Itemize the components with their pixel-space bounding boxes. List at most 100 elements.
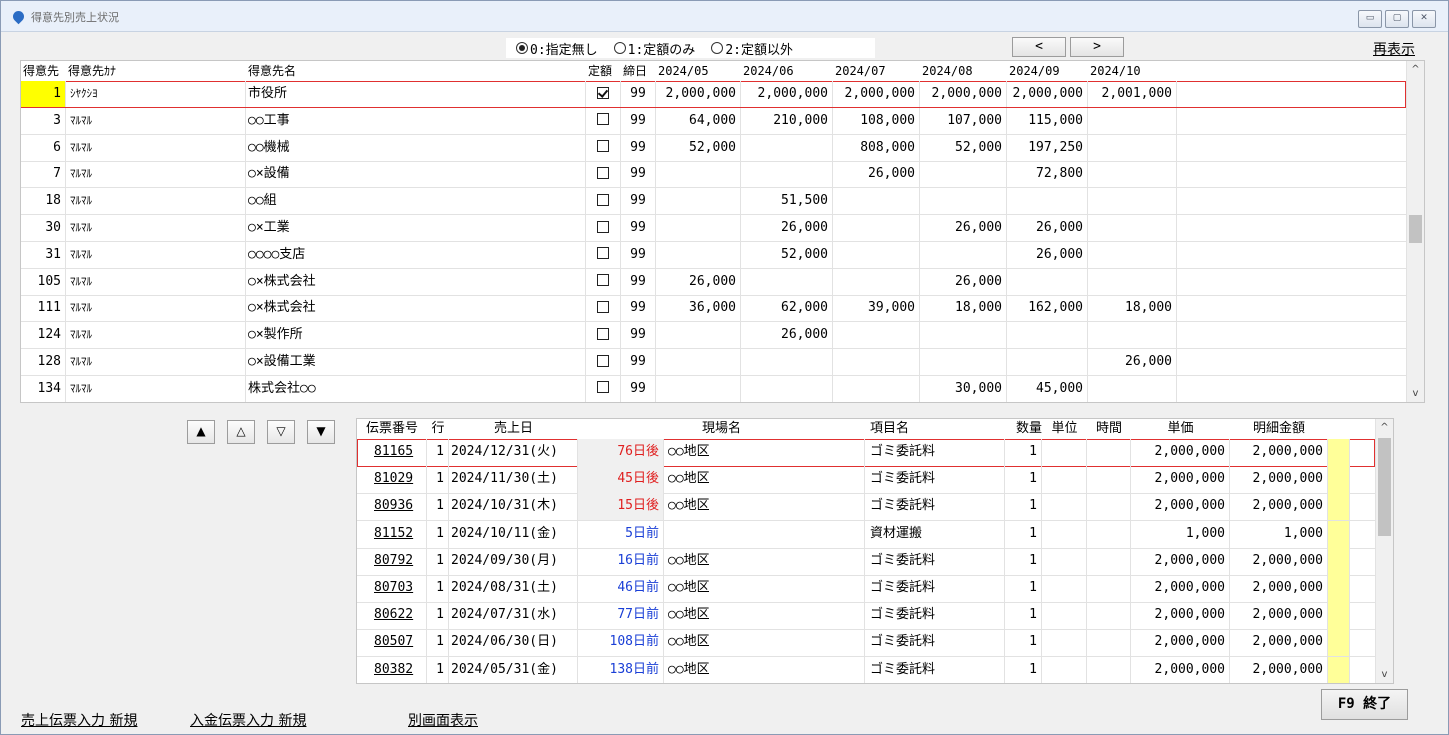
customer-row[interactable]: 128 ﾏﾙﾏﾙ ○×設備工業 99 26,000 xyxy=(21,349,1406,376)
amount-marker-cell[interactable] xyxy=(1328,439,1350,466)
amount-cell[interactable]: 1,000 xyxy=(1230,520,1328,548)
month-sales-cell[interactable]: 26,000 xyxy=(1088,349,1177,375)
unit-cell[interactable] xyxy=(1042,575,1087,602)
month-sales-cell[interactable] xyxy=(1088,134,1177,161)
item-name-cell[interactable]: ゴミ委託料 xyxy=(865,466,1005,494)
month-sales-cell[interactable] xyxy=(833,375,920,402)
fixed-cell[interactable] xyxy=(586,322,621,349)
item-name-cell[interactable]: ゴミ委託料 xyxy=(865,656,1005,683)
month-sales-cell[interactable]: 52,000 xyxy=(741,241,833,268)
customer-name-cell[interactable]: ○×株式会社 xyxy=(246,295,586,322)
month-sales-cell[interactable] xyxy=(1088,241,1177,268)
relative-days-cell[interactable]: 5日前 xyxy=(578,520,664,548)
time-cell[interactable] xyxy=(1087,575,1131,602)
customer-code-cell[interactable]: 30 xyxy=(21,215,66,241)
closing-day-cell[interactable]: 99 xyxy=(621,295,656,322)
month-sales-cell[interactable]: 26,000 xyxy=(920,268,1007,295)
unit-price-cell[interactable]: 2,000,000 xyxy=(1131,656,1230,683)
item-name-cell[interactable]: ゴミ委託料 xyxy=(865,602,1005,630)
month-sales-cell[interactable]: 51,500 xyxy=(741,188,833,215)
month-sales-cell[interactable] xyxy=(833,241,920,268)
slip-row[interactable]: 80622 1 2024/07/31(水) 77日前 ○○地区 ゴミ委託料 1 2,000,0… xyxy=(357,602,1375,631)
month-sales-cell[interactable]: 162,000 xyxy=(1007,295,1088,322)
customer-kana-cell[interactable]: ﾏﾙﾏﾙ xyxy=(66,215,246,241)
checkbox-empty-icon[interactable] xyxy=(597,354,609,367)
amount-cell[interactable]: 2,000,000 xyxy=(1230,466,1328,494)
customer-name-cell[interactable]: ○×設備 xyxy=(246,161,586,188)
month-sales-cell[interactable] xyxy=(1088,188,1177,215)
unit-cell[interactable] xyxy=(1042,629,1087,657)
customer-row[interactable]: 18 ﾏﾙﾏﾙ ○○組 99 51,500 xyxy=(21,188,1406,216)
next-month-button[interactable]: > xyxy=(1070,37,1124,57)
customer-code-cell[interactable]: 134 xyxy=(21,375,66,402)
quantity-cell[interactable]: 1 xyxy=(1005,520,1042,548)
item-name-cell[interactable]: ゴミ委託料 xyxy=(865,547,1005,575)
customer-code-cell[interactable]: 128 xyxy=(21,349,66,375)
month-sales-cell[interactable]: 26,000 xyxy=(741,322,833,349)
slip-row[interactable]: 81152 1 2024/10/11(金) 5日前 資材運搬 1 1,000 1,000 xyxy=(357,520,1375,549)
relative-days-cell[interactable]: 138日前 xyxy=(578,656,664,683)
unit-cell[interactable] xyxy=(1042,520,1087,548)
amount-marker-cell[interactable] xyxy=(1328,466,1350,494)
col-header[interactable]: 数量 xyxy=(1005,419,1042,438)
close-button[interactable]: ✕ xyxy=(1412,10,1436,28)
checkbox-empty-icon[interactable] xyxy=(597,113,609,126)
minimize-button[interactable]: ▭ xyxy=(1358,10,1382,28)
month-sales-cell[interactable] xyxy=(741,349,833,375)
prev-month-button[interactable]: < xyxy=(1012,37,1066,57)
month-sales-cell[interactable]: 2,000,000 xyxy=(741,81,833,107)
fixed-cell[interactable] xyxy=(586,215,621,241)
month-sales-cell[interactable] xyxy=(1088,375,1177,402)
unit-cell[interactable] xyxy=(1042,656,1087,683)
quantity-cell[interactable]: 1 xyxy=(1005,439,1042,466)
filter-option-non-fixed[interactable]: 2:定額以外 xyxy=(711,39,793,58)
col-header[interactable]: 項目名 xyxy=(865,419,1005,438)
customer-name-cell[interactable]: ○○機械 xyxy=(246,134,586,161)
scroll-up-icon[interactable]: ^ xyxy=(1376,419,1393,436)
month-sales-cell[interactable]: 72,800 xyxy=(1007,161,1088,188)
slip-number-link[interactable]: 81152 xyxy=(357,520,427,548)
site-name-cell[interactable]: ○○地区 xyxy=(664,547,865,575)
customer-kana-cell[interactable]: ﾏﾙﾏﾙ xyxy=(66,161,246,188)
amount-cell[interactable]: 2,000,000 xyxy=(1230,602,1328,630)
unit-cell[interactable] xyxy=(1042,547,1087,575)
closing-day-cell[interactable]: 99 xyxy=(621,322,656,349)
amount-marker-cell[interactable] xyxy=(1328,629,1350,657)
month-sales-cell[interactable]: 26,000 xyxy=(1007,215,1088,241)
fixed-cell[interactable] xyxy=(586,188,621,215)
refresh-link[interactable]: 再表示 xyxy=(1373,39,1415,59)
unit-price-cell[interactable]: 2,000,000 xyxy=(1131,575,1230,602)
customer-row[interactable]: 111 ﾏﾙﾏﾙ ○×株式会社 99 36,000 62,000 39,000 18,000 1… xyxy=(21,295,1406,323)
checkbox-empty-icon[interactable] xyxy=(597,300,609,313)
checkbox-checked-icon[interactable] xyxy=(597,86,609,99)
fixed-cell[interactable] xyxy=(586,161,621,188)
line-cell[interactable]: 1 xyxy=(427,493,449,521)
line-cell[interactable]: 1 xyxy=(427,520,449,548)
month-sales-cell[interactable]: 64,000 xyxy=(656,107,741,134)
fixed-cell[interactable] xyxy=(586,241,621,268)
col-header[interactable]: 明細金額 xyxy=(1230,419,1328,438)
unit-cell[interactable] xyxy=(1042,439,1087,466)
month-sales-cell[interactable]: 26,000 xyxy=(1007,241,1088,268)
col-header[interactable]: 現場名 xyxy=(578,419,865,438)
relative-days-cell[interactable]: 77日前 xyxy=(578,602,664,630)
month-sales-cell[interactable]: 2,001,000 xyxy=(1088,81,1177,107)
checkbox-empty-icon[interactable] xyxy=(597,220,609,233)
month-sales-cell[interactable] xyxy=(656,375,741,402)
col-header[interactable]: 売上日 xyxy=(449,419,578,438)
month-sales-cell[interactable]: 107,000 xyxy=(920,107,1007,134)
month-sales-cell[interactable]: 52,000 xyxy=(920,134,1007,161)
sales-date-cell[interactable]: 2024/11/30(土) xyxy=(449,466,578,494)
unit-price-cell[interactable]: 2,000,000 xyxy=(1131,547,1230,575)
month-sales-cell[interactable] xyxy=(1007,268,1088,295)
customer-code-cell[interactable]: 111 xyxy=(21,295,66,322)
quantity-cell[interactable]: 1 xyxy=(1005,575,1042,602)
checkbox-empty-icon[interactable] xyxy=(597,140,609,153)
scroll-down-icon[interactable]: v xyxy=(1376,666,1393,683)
col-header[interactable]: 2024/07 xyxy=(833,61,920,81)
sales-date-cell[interactable]: 2024/08/31(土) xyxy=(449,575,578,602)
scroll-thumb[interactable] xyxy=(1409,215,1422,243)
month-sales-cell[interactable]: 26,000 xyxy=(741,215,833,241)
closing-day-cell[interactable]: 99 xyxy=(621,81,656,107)
slip-row[interactable]: 80382 1 2024/05/31(金) 138日前 ○○地区 ゴミ委託料 1 2,000,… xyxy=(357,656,1375,683)
